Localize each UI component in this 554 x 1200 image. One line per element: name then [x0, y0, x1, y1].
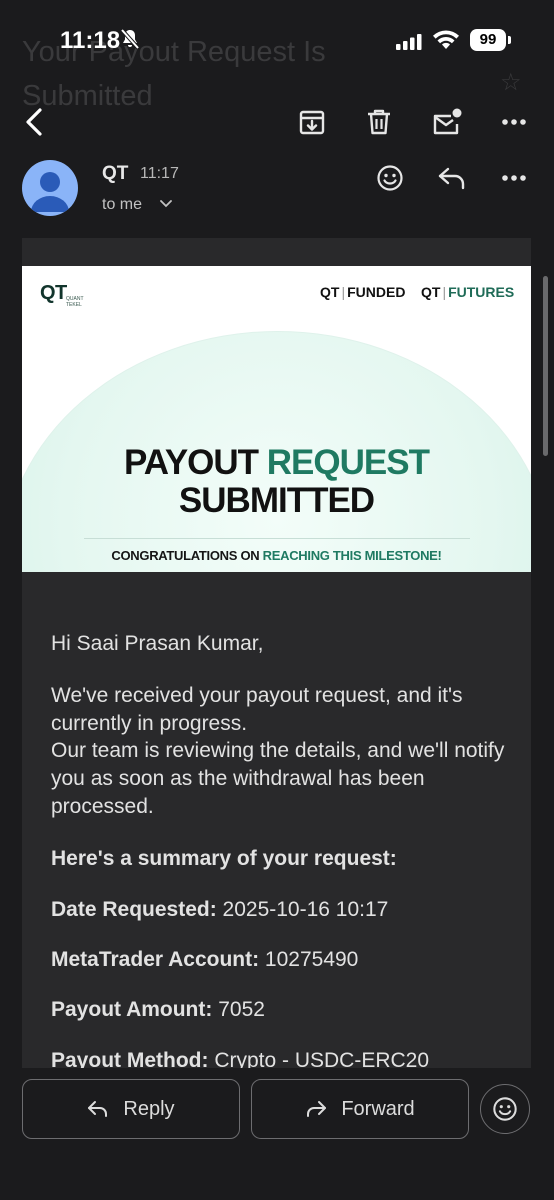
forward-label: Forward — [341, 1097, 415, 1120]
emoji-icon — [493, 1097, 517, 1121]
reply-icon — [88, 1101, 108, 1117]
more-horizontal-icon — [502, 175, 526, 181]
battery-nub — [508, 36, 511, 44]
message-more-button[interactable] — [494, 160, 534, 196]
cellular-signal-icon — [396, 34, 422, 50]
mark-unread-button[interactable] — [428, 92, 466, 152]
summary-heading: Here's a summary of your request: — [51, 847, 397, 870]
message-time: 11:17 — [140, 165, 179, 182]
reply-button[interactable] — [432, 160, 472, 196]
person-icon — [31, 172, 69, 212]
brand-qt-funded: QT | FUNDED — [320, 284, 406, 300]
qt-logo: QT — [40, 282, 67, 304]
banner-headline: PAYOUT REQUEST SUBMITTED — [124, 443, 430, 520]
bell-muted-icon — [120, 28, 140, 50]
qt-logo-subtitle: QUANT TEKEL — [66, 296, 84, 308]
payout-method-line: Payout Method: Crypto - USDC-ERC20 — [51, 1049, 430, 1070]
banner-divider — [84, 538, 470, 539]
brand-qt-futures: QT | FUTURES — [421, 284, 515, 300]
sender-name[interactable]: QT — [102, 163, 128, 185]
mark-unread-icon — [433, 108, 462, 135]
mail-toolbar — [0, 92, 554, 160]
date-requested-line: Date Requested: 2025-10-16 10:17 — [51, 898, 389, 921]
trash-icon — [368, 109, 390, 135]
forward-action-button[interactable]: Forward — [251, 1079, 469, 1139]
message-header: QT 11:17 to me — [0, 160, 554, 230]
status-bar: Your Payout Request Is Submitted ☆ 11:18… — [0, 0, 554, 112]
battery-indicator: 99 — [470, 29, 506, 51]
bottom-action-bar: Reply Forward — [0, 1068, 554, 1200]
react-emoji-action-button[interactable] — [480, 1084, 530, 1134]
wifi-icon — [433, 30, 459, 49]
recipient-details[interactable]: to me — [102, 196, 142, 214]
emoji-icon — [377, 165, 403, 191]
payout-banner-image: QT QUANT TEKEL QT | FUNDED QT | FUTURES PAYO… — [22, 266, 531, 572]
email-body[interactable]: QT QUANT TEKEL QT | FUNDED QT | FUTURES PAYO… — [22, 238, 531, 1070]
react-emoji-button[interactable] — [370, 160, 410, 196]
paragraph-received: We've received your payout request, and … — [51, 684, 463, 735]
reply-icon — [438, 167, 465, 190]
back-arrow-icon — [26, 108, 42, 136]
avatar[interactable] — [22, 160, 78, 216]
more-options-button[interactable] — [496, 92, 532, 152]
paragraph-reviewing: Our team is reviewing the details, and w… — [51, 739, 505, 818]
chevron-down-icon[interactable] — [160, 200, 172, 208]
reply-label: Reply — [123, 1097, 175, 1120]
archive-icon — [299, 110, 325, 135]
status-time: 11:18 — [60, 27, 121, 54]
scrollbar[interactable] — [543, 276, 548, 456]
reply-action-button[interactable]: Reply — [22, 1079, 240, 1139]
forward-icon — [307, 1101, 327, 1117]
delete-button[interactable] — [360, 92, 398, 152]
greeting: Hi Saai Prasan Kumar, — [51, 632, 264, 655]
archive-button[interactable] — [293, 92, 331, 152]
back-button[interactable] — [14, 92, 54, 152]
payout-amount-line: Payout Amount: 7052 — [51, 998, 265, 1021]
metatrader-account-line: MetaTrader Account: 10275490 — [51, 948, 359, 971]
banner-congrats: CONGRATULATIONS ON REACHING THIS MILESTO… — [111, 548, 442, 563]
more-horizontal-icon — [502, 119, 526, 125]
